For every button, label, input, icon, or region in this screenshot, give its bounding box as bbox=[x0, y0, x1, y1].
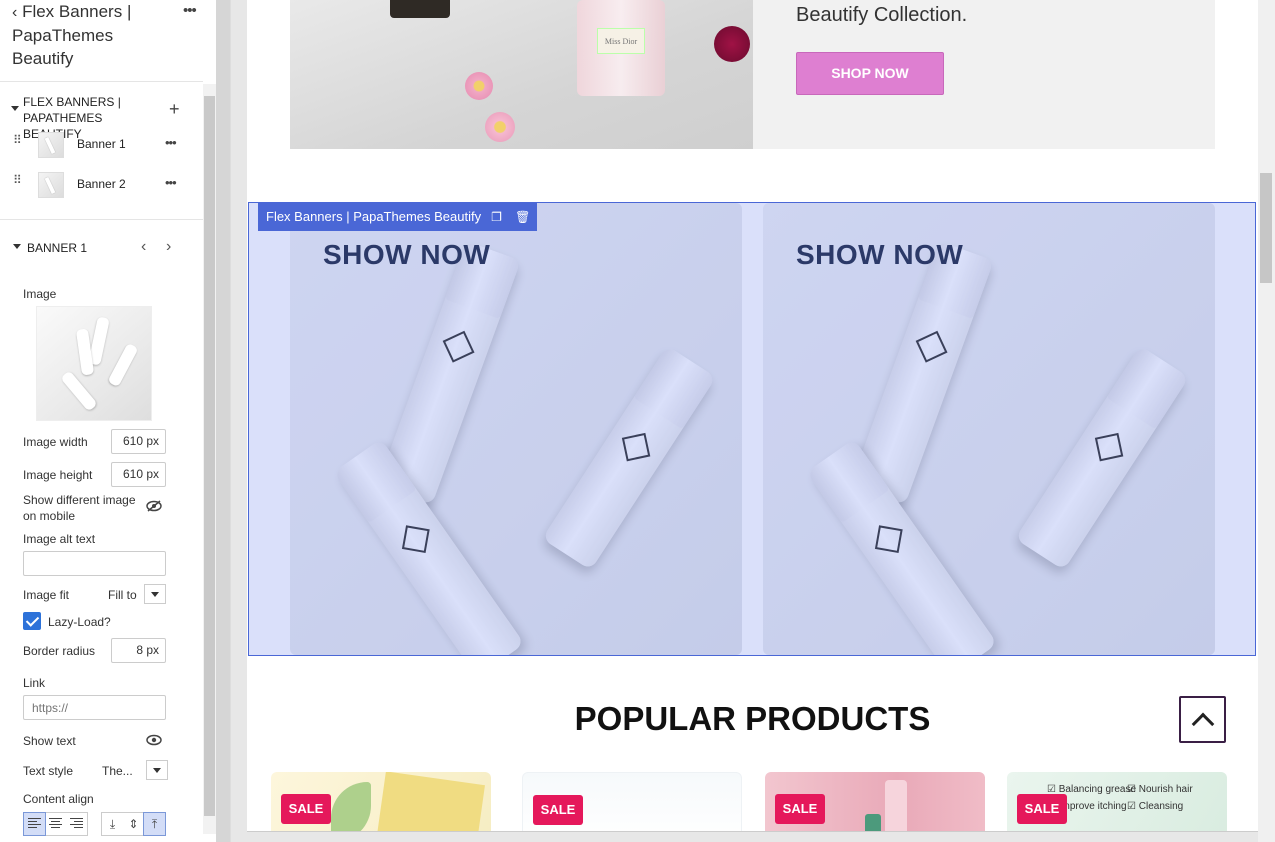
border-radius-label: Border radius bbox=[23, 644, 96, 658]
align-right-icon[interactable] bbox=[66, 813, 87, 835]
block-label: Banner 2 bbox=[77, 177, 126, 191]
horizontal-align-group bbox=[23, 812, 88, 836]
hero-content: Beautify Collection. SHOP NOW bbox=[753, 0, 1215, 149]
text-style-dropdown-icon[interactable] bbox=[146, 760, 168, 780]
lazy-load-label: Lazy-Load? bbox=[48, 615, 111, 629]
content-align-label: Content align bbox=[23, 792, 94, 806]
feature-text: ☑ Cleansing bbox=[1127, 801, 1184, 812]
block-item-banner-2[interactable]: ⠿ Banner 2 ••• bbox=[0, 168, 203, 202]
section-toolbar: Flex Banners | PapaThemes Beautify ❐ 🗑 bbox=[258, 203, 538, 231]
product-card[interactable]: ☑ Balancing grease ☑ Nourish hair ☑ Impr… bbox=[1007, 772, 1227, 831]
image-picker[interactable] bbox=[36, 306, 152, 421]
trash-icon[interactable]: 🗑 bbox=[515, 203, 530, 231]
canvas-scrollbar[interactable] bbox=[1258, 0, 1275, 842]
align-top-icon[interactable]: ⤒ bbox=[143, 812, 166, 836]
hero-text: Beautify Collection. bbox=[796, 4, 968, 26]
block-item-banner-1[interactable]: ⠿ Banner 1 ••• bbox=[0, 128, 203, 162]
sale-badge: SALE bbox=[1017, 794, 1067, 824]
eye-slash-icon[interactable] bbox=[146, 500, 162, 512]
divider bbox=[0, 219, 203, 220]
product-card[interactable]: SALE bbox=[271, 772, 491, 831]
image-fit-select-value[interactable]: Fill to bbox=[108, 588, 137, 602]
block-label: Banner 1 bbox=[77, 137, 126, 151]
popular-products-title: POPULAR PRODUCTS bbox=[574, 700, 931, 737]
section-label: Flex Banners | PapaThemes Beautify bbox=[266, 209, 482, 224]
image-width-label: Image width bbox=[23, 435, 88, 449]
image-label: Image bbox=[23, 287, 57, 301]
add-block-icon[interactable]: + bbox=[169, 100, 180, 118]
text-style-select-value[interactable]: The... bbox=[102, 764, 133, 778]
alt-text-input[interactable] bbox=[23, 551, 166, 576]
align-middle-icon[interactable]: ⇕ bbox=[123, 813, 144, 835]
image-fit-label: Image fit bbox=[23, 588, 70, 602]
hero-image: Miss Dior bbox=[290, 0, 753, 149]
more-options-icon[interactable]: ••• bbox=[183, 2, 197, 19]
block-section-header: BANNER 1 bbox=[27, 241, 88, 255]
sale-badge: SALE bbox=[533, 795, 583, 825]
feature-text: ☑ Nourish hair bbox=[1127, 784, 1193, 795]
align-center-icon[interactable] bbox=[45, 813, 66, 835]
settings-panel: ‹ Flex Banners | PapaThemes Beautify •••… bbox=[0, 0, 231, 842]
link-label: Link bbox=[23, 676, 46, 690]
drag-handle-icon[interactable]: ⠿ bbox=[13, 174, 23, 191]
sale-badge: SALE bbox=[281, 794, 331, 824]
lazy-load-checkbox[interactable] bbox=[23, 612, 41, 630]
product-card[interactable]: SALE bbox=[522, 772, 742, 831]
previous-block-icon[interactable]: ‹ bbox=[141, 238, 146, 256]
text-style-label: Text style bbox=[23, 764, 74, 778]
back-chevron-icon[interactable]: ‹ bbox=[12, 4, 17, 21]
vertical-align-group: ⤓ ⇕ ⤒ bbox=[101, 812, 166, 836]
image-fit-dropdown-icon[interactable] bbox=[144, 584, 166, 604]
drag-handle-icon[interactable]: ⠿ bbox=[13, 134, 23, 151]
align-left-icon[interactable] bbox=[23, 812, 46, 836]
scroll-to-top-icon[interactable] bbox=[1179, 696, 1226, 743]
alt-text-label: Image alt text bbox=[23, 532, 96, 546]
block-thumbnail bbox=[38, 172, 64, 198]
eye-icon[interactable] bbox=[146, 734, 162, 746]
panel-title[interactable]: ‹ Flex Banners | PapaThemes Beautify bbox=[12, 0, 142, 70]
border-radius-input[interactable]: 8 px bbox=[111, 638, 166, 663]
collapse-caret-icon[interactable] bbox=[13, 244, 21, 249]
duplicate-icon[interactable]: ❐ bbox=[491, 203, 505, 231]
image-height-label: Image height bbox=[23, 468, 93, 482]
panel-scrollbar-thumb[interactable] bbox=[204, 96, 215, 816]
sale-badge: SALE bbox=[775, 794, 825, 824]
product-card[interactable]: SALE bbox=[765, 772, 985, 831]
panel-gutter bbox=[216, 0, 230, 842]
block-thumbnail bbox=[38, 132, 64, 158]
block-options-icon[interactable]: ••• bbox=[165, 175, 177, 190]
section-selection-overlay[interactable] bbox=[248, 202, 1256, 656]
image-width-input[interactable]: 610 px bbox=[111, 429, 166, 454]
canvas-scrollbar-thumb[interactable] bbox=[1260, 173, 1272, 283]
collapse-caret-icon[interactable] bbox=[11, 106, 19, 111]
align-bottom-icon[interactable]: ⤓ bbox=[102, 813, 123, 835]
link-input[interactable] bbox=[23, 695, 166, 720]
panel-scrollbar[interactable] bbox=[203, 84, 216, 834]
block-options-icon[interactable]: ••• bbox=[165, 135, 177, 150]
show-mobile-label: Show different image on mobile bbox=[23, 493, 136, 523]
image-height-input[interactable]: 610 px bbox=[111, 462, 166, 487]
divider bbox=[0, 81, 203, 82]
next-block-icon[interactable]: › bbox=[166, 238, 171, 256]
preview-canvas: Miss Dior Beautify Collection. SHOP NOW … bbox=[247, 0, 1258, 832]
shop-now-button[interactable]: SHOP NOW bbox=[796, 52, 944, 95]
show-text-label: Show text bbox=[23, 734, 76, 748]
